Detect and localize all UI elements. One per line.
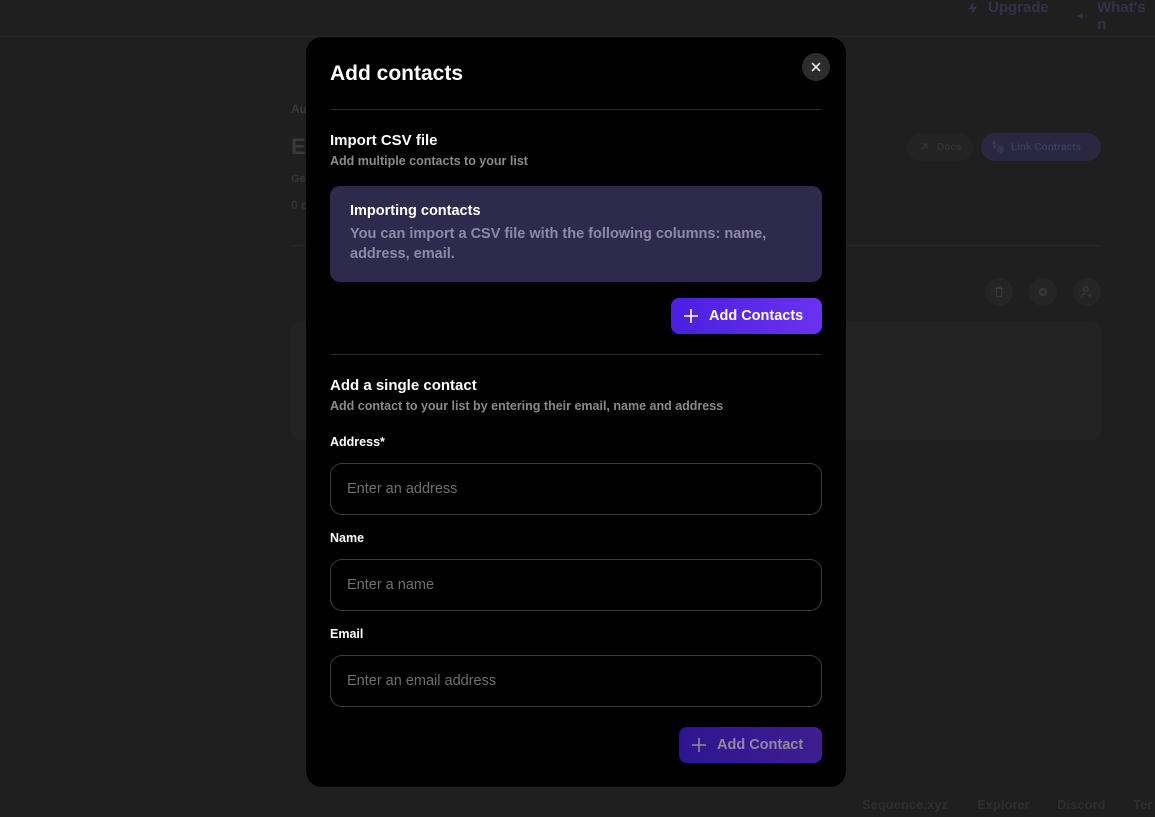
lightning-icon <box>968 1 978 14</box>
footer-link-discord[interactable]: Discord <box>1057 797 1105 812</box>
divider <box>330 354 822 355</box>
add-contacts-modal: Add contacts Import CSV file Add multipl… <box>306 37 846 787</box>
top-bar: Upgrade What's n <box>0 0 1155 37</box>
import-info-box: Importing contacts You can import a CSV … <box>330 186 822 282</box>
import-section-title: Import CSV file <box>330 132 438 149</box>
page-subtitle: Ge <box>291 173 306 185</box>
gear-icon <box>1038 287 1048 297</box>
address-label: Address* <box>330 435 385 449</box>
name-label: Name <box>330 531 365 545</box>
upgrade-label: Upgrade <box>988 0 1049 16</box>
arrow-up-right-icon <box>920 143 928 151</box>
add-contacts-button[interactable]: Add Contacts <box>671 298 822 334</box>
plus-icon <box>692 738 706 752</box>
footer-link-sequence[interactable]: Sequence.xyz <box>862 797 948 812</box>
docs-label: Docs <box>937 141 962 153</box>
settings-button[interactable] <box>1029 278 1057 306</box>
info-title: Importing contacts <box>350 203 481 219</box>
add-contact-label: Add Contact <box>717 737 804 753</box>
email-label: Email <box>330 627 364 641</box>
whats-new-link[interactable]: What's n <box>1076 0 1155 33</box>
single-section-description: Add contact to your list by entering the… <box>330 399 724 413</box>
email-input[interactable] <box>330 655 822 707</box>
docs-button[interactable]: Docs <box>907 133 973 161</box>
plus-icon <box>684 309 698 323</box>
link-contracts-label: Link Contracts <box>1011 141 1082 153</box>
address-input[interactable] <box>330 463 822 515</box>
whats-new-label: What's n <box>1097 0 1146 33</box>
modal-title: Add contacts <box>330 62 464 85</box>
add-user-icon <box>1081 286 1092 298</box>
upgrade-link[interactable]: Upgrade <box>966 0 1049 16</box>
add-user-button[interactable] <box>1073 278 1101 306</box>
add-contact-button[interactable]: Add Contact <box>679 727 822 763</box>
single-section-title: Add a single contact <box>330 377 477 394</box>
name-input[interactable] <box>330 559 822 611</box>
link-contract-icon <box>992 141 1004 153</box>
footer-link-terms[interactable]: Ter <box>1133 797 1152 812</box>
info-text: You can import a CSV file with the follo… <box>350 226 767 262</box>
import-section-description: Add multiple contacts to your list <box>330 154 528 168</box>
divider <box>330 109 822 110</box>
close-button[interactable] <box>802 53 830 81</box>
footer-link-explorer[interactable]: Explorer <box>977 797 1030 812</box>
delete-button[interactable] <box>985 278 1013 306</box>
close-icon <box>811 62 821 72</box>
megaphone-icon <box>1077 12 1087 20</box>
add-contacts-label: Add Contacts <box>709 308 804 324</box>
trash-icon <box>994 286 1004 298</box>
link-contracts-button[interactable]: Link Contracts <box>981 133 1101 161</box>
breadcrumb: Au <box>291 102 307 116</box>
